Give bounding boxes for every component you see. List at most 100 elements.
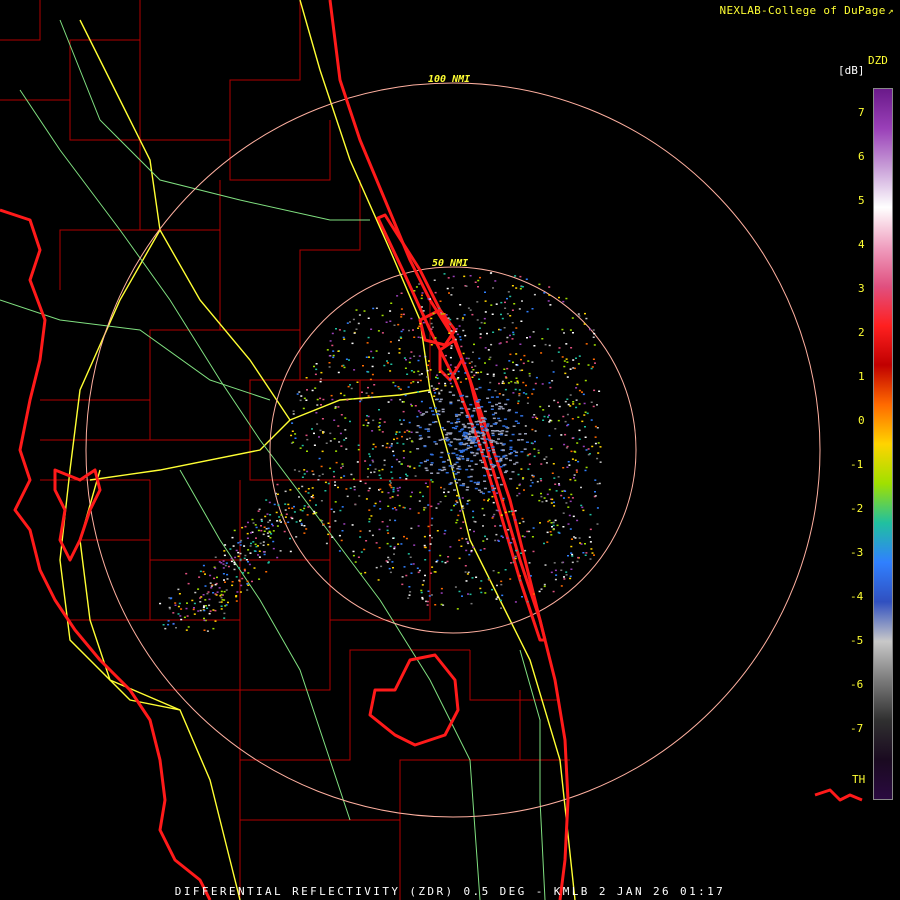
echo-pixel: [372, 461, 375, 463]
echo-pixel: [460, 407, 464, 410]
echo-pixel: [430, 505, 433, 508]
echo-pixel: [406, 429, 409, 432]
echo-pixel: [427, 436, 431, 438]
echo-pixel: [455, 521, 458, 524]
legend-tick: -2: [850, 502, 864, 515]
echo-pixel: [490, 272, 493, 274]
echo-pixel: [493, 513, 496, 516]
echo-pixel: [451, 427, 455, 429]
echo-pixel: [313, 365, 315, 368]
echo-pixel: [214, 583, 217, 586]
echo-pixel: [368, 509, 371, 511]
echo-pixel: [502, 455, 506, 457]
echo-pixel: [503, 418, 507, 420]
echo-pixel: [477, 407, 481, 409]
echo-pixel: [243, 557, 246, 560]
echo-pixel: [408, 430, 411, 433]
echo-pixel: [560, 494, 563, 497]
legend-tick: 1: [858, 370, 865, 383]
echo-pixel: [408, 594, 411, 596]
echo-pixel: [489, 439, 493, 442]
echo-pixel: [458, 443, 462, 445]
echo-pixel: [271, 523, 273, 525]
echo-pixel: [589, 541, 592, 543]
echo-pixel: [396, 442, 399, 444]
echo-pixel: [172, 612, 175, 614]
echo-pixel: [562, 526, 565, 528]
echo-pixel: [503, 463, 507, 466]
range-ring-100: [85, 82, 821, 818]
echo-pixel: [378, 469, 381, 472]
echo-pixel: [473, 374, 476, 377]
echo-pixel: [472, 510, 475, 513]
echo-pixel: [409, 465, 412, 468]
echo-pixel: [548, 414, 550, 417]
echo-pixel: [380, 565, 383, 568]
echo-pixel: [527, 396, 530, 399]
echo-pixel: [341, 365, 344, 367]
echo-pixel: [543, 458, 546, 460]
echo-pixel: [433, 395, 436, 397]
echo-pixel: [394, 385, 397, 387]
echo-pixel: [360, 399, 363, 401]
echo-pixel: [409, 591, 412, 593]
credit-label[interactable]: NEXLAB-College of DuPage ↗: [720, 4, 894, 17]
echo-pixel: [418, 434, 422, 437]
echo-pixel: [417, 410, 420, 412]
echo-pixel: [223, 590, 226, 593]
echo-pixel: [565, 343, 568, 345]
echo-pixel: [431, 537, 433, 539]
echo-pixel: [492, 287, 494, 289]
echo-pixel: [531, 393, 534, 395]
echo-pixel: [224, 564, 227, 567]
echo-pixel: [508, 360, 511, 362]
echo-pixel: [569, 478, 572, 481]
echo-pixel: [338, 441, 341, 443]
echo-pixel: [300, 524, 303, 526]
echo-pixel: [577, 556, 580, 559]
echo-pixel: [560, 585, 563, 587]
echo-pixel: [427, 504, 430, 506]
echo-pixel: [444, 495, 447, 497]
echo-pixel: [443, 488, 446, 490]
echo-pixel: [571, 317, 574, 319]
echo-pixel: [552, 521, 555, 524]
echo-pixel: [445, 439, 449, 442]
echo-pixel: [491, 466, 495, 468]
external-link-icon[interactable]: ↗: [888, 6, 894, 17]
echo-pixel: [531, 481, 534, 484]
echo-pixel: [205, 605, 207, 607]
echo-pixel: [562, 467, 565, 469]
echo-pixel: [506, 398, 510, 401]
echo-pixel: [486, 538, 489, 540]
credit-text[interactable]: NEXLAB-College of DuPage: [720, 4, 886, 17]
echo-pixel: [473, 343, 475, 346]
echo-pixel: [456, 317, 459, 320]
echo-pixel: [413, 371, 416, 373]
echo-pixel: [475, 388, 479, 390]
echo-pixel: [299, 519, 302, 521]
echo-pixel: [168, 597, 171, 599]
echo-pixel: [269, 514, 272, 516]
echo-pixel: [548, 286, 551, 288]
echo-pixel: [532, 550, 535, 553]
echo-pixel: [375, 307, 378, 309]
echo-pixel: [540, 479, 543, 482]
echo-pixel: [208, 604, 211, 607]
echo-pixel: [312, 473, 315, 476]
echo-pixel: [400, 463, 403, 465]
echo-pixel: [550, 571, 553, 574]
echo-pixel: [303, 469, 306, 471]
echo-pixel: [311, 487, 314, 489]
echo-pixel: [497, 571, 500, 574]
echo-pixel: [420, 591, 423, 594]
echo-pixel: [501, 430, 505, 432]
legend-product: DZD: [868, 54, 888, 67]
legend-tick: 0: [858, 414, 865, 427]
echo-pixel: [417, 370, 420, 373]
echo-pixel: [281, 516, 284, 519]
echo-pixel: [476, 483, 480, 485]
echo-pixel: [589, 513, 592, 516]
echo-pixel: [319, 380, 322, 383]
echo-pixel: [240, 584, 243, 587]
